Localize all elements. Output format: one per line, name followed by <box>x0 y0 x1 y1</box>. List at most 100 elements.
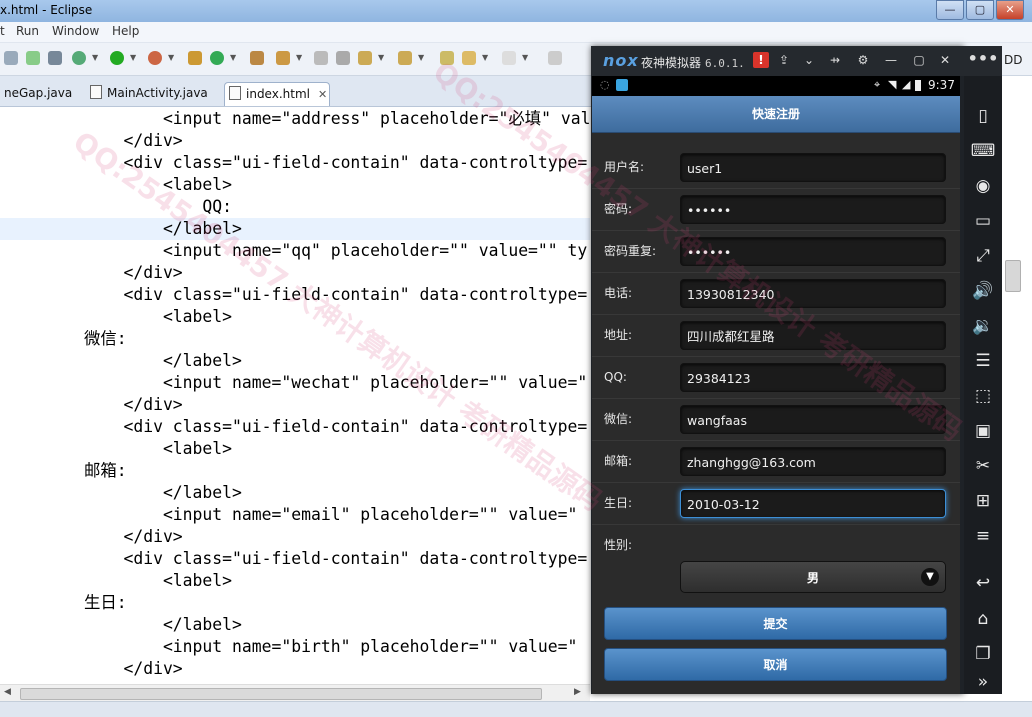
show-whitespace-icon[interactable] <box>336 51 350 65</box>
scroll-right-icon[interactable]: ▶ <box>574 687 581 697</box>
chevron-down-icon[interactable]: ▼ <box>130 53 136 62</box>
code-line: <label> <box>84 175 233 194</box>
screen-icon[interactable]: ▭ <box>964 209 1002 233</box>
keyboard-icon[interactable]: ⌨ <box>964 139 1002 163</box>
menu-item-window[interactable]: Window <box>52 24 99 38</box>
gender-select[interactable]: 男 ▼ <box>680 561 946 593</box>
address-input[interactable]: 四川成都红星路 <box>680 321 946 350</box>
maximize-button[interactable]: ▢ <box>966 0 994 20</box>
menu-icon[interactable]: ≡ <box>964 524 1002 548</box>
volume-up-icon[interactable]: 🔊 <box>964 279 1002 303</box>
chevron-down-icon[interactable]: ▼ <box>482 53 488 62</box>
maximize-icon[interactable]: ▢ <box>911 52 927 68</box>
phone-input[interactable]: 13930812340 <box>680 279 946 308</box>
apk-icon[interactable]: ▣ <box>964 419 1002 443</box>
avd-icon[interactable] <box>48 51 62 65</box>
tab-mainactivity[interactable]: MainActivity.java <box>86 82 208 105</box>
new-class-icon[interactable] <box>210 51 224 65</box>
more-icon[interactable]: » <box>964 670 1002 694</box>
password-input[interactable]: •••••• <box>680 195 946 224</box>
forward-arrow-icon[interactable] <box>502 51 516 65</box>
cancel-button[interactable]: 取消 <box>604 648 947 681</box>
warning-icon[interactable]: ! <box>753 52 769 68</box>
code-line: </div> <box>84 527 183 546</box>
code-line: QQ: <box>84 197 233 216</box>
tab-label: MainActivity.java <box>107 86 208 100</box>
field-label: 用户名: <box>604 160 645 174</box>
more-options-icon[interactable]: ••• <box>964 46 1002 76</box>
chevron-down-icon[interactable]: ▼ <box>92 53 98 62</box>
volume-down-icon[interactable]: 🔉 <box>964 314 1002 338</box>
close-icon[interactable]: ✕ <box>937 52 953 68</box>
toggle-mark-icon[interactable] <box>314 51 328 65</box>
field-label: 地址: <box>604 328 633 342</box>
perspective-ddms[interactable]: DD <box>1004 53 1022 67</box>
code-editor[interactable]: <input name="address" placeholder="必填" v… <box>0 107 590 683</box>
code-line: <input name="email" placeholder="" value… <box>84 505 578 524</box>
scroll-left-icon[interactable]: ◀ <box>4 687 11 697</box>
search-icon[interactable] <box>276 51 290 65</box>
code-line: <input name="address" placeholder="必填" v… <box>84 109 590 128</box>
code-line: <input name="birth" placeholder="" value… <box>84 637 578 656</box>
menu-item-run[interactable]: Run <box>16 24 39 38</box>
chevron-down-icon[interactable]: ▼ <box>296 53 302 62</box>
minimize-button[interactable]: — <box>936 0 964 20</box>
pin-icon[interactable]: ⇸ <box>827 52 843 68</box>
fullscreen-icon[interactable]: ⤢ <box>964 244 1002 268</box>
password-repeat-input[interactable]: •••••• <box>680 237 946 266</box>
horizontal-scrollbar[interactable]: ◀ ▶ <box>0 684 590 701</box>
birthday-input[interactable]: 2010-03-12 <box>680 489 946 518</box>
android-sdk-icon[interactable] <box>26 51 40 65</box>
code-line: </label> <box>84 483 242 502</box>
next-annotation-icon[interactable] <box>358 51 372 65</box>
home-icon[interactable]: ⌂ <box>964 607 1002 631</box>
email-input[interactable]: zhanghgg@163.com <box>680 447 946 476</box>
field-label: 邮箱: <box>604 454 633 468</box>
location-icon[interactable]: ◉ <box>964 174 1002 198</box>
pin-editor-icon[interactable] <box>548 51 562 65</box>
chevron-down-icon[interactable]: ▼ <box>378 53 384 62</box>
debug-icon[interactable] <box>72 51 86 65</box>
chevron-down-icon[interactable]: ▼ <box>522 53 528 62</box>
close-icon[interactable]: ✕ <box>318 88 327 101</box>
run-icon[interactable] <box>110 51 124 65</box>
submit-button[interactable]: 提交 <box>604 607 947 640</box>
new-package-icon[interactable] <box>188 51 202 65</box>
settings-icon[interactable]: ⚙ <box>855 52 871 68</box>
scrollbar-thumb[interactable] <box>20 688 542 700</box>
back-arrow-icon[interactable] <box>462 51 476 65</box>
signal-icon: ◢ <box>902 78 911 91</box>
open-type-icon[interactable] <box>250 51 264 65</box>
scissors-icon[interactable]: ✂ <box>964 454 1002 478</box>
external-tools-icon[interactable] <box>148 51 162 65</box>
emulator-sidebar: ••• ▯ ⌨ ◉ ▭ ⤢ 🔊 🔉 ☰ ⬚ ▣ ✂ ⊞ ≡ ↩ ⌂ ❐ » <box>964 46 1002 694</box>
chevron-down-icon[interactable]: ▼ <box>168 53 174 62</box>
tab-onegap[interactable]: neGap.java <box>0 82 72 105</box>
nox-logo: nox <box>603 51 639 70</box>
tab-index-html[interactable]: index.html ✕ <box>224 82 330 106</box>
back-icon[interactable]: ↩ <box>964 571 1002 595</box>
vertical-scrollbar-thumb[interactable] <box>1005 260 1021 292</box>
minimize-icon[interactable]: — <box>883 52 899 68</box>
menu-item-help[interactable]: Help <box>112 24 139 38</box>
last-edit-icon[interactable] <box>440 51 454 65</box>
collapse-icon[interactable]: ⌄ <box>801 52 817 68</box>
qq-input[interactable]: 29384123 <box>680 363 946 392</box>
chevron-down-icon[interactable]: ▼ <box>418 53 424 62</box>
new-icon[interactable] <box>4 51 18 65</box>
recents-icon[interactable]: ❐ <box>964 642 1002 666</box>
upload-icon[interactable]: ⇪ <box>776 52 792 68</box>
grid-icon[interactable]: ⊞ <box>964 489 1002 513</box>
code-line: </div> <box>84 131 183 150</box>
chevron-down-icon[interactable]: ▼ <box>230 53 236 62</box>
macro-icon[interactable]: ⬚ <box>964 384 1002 408</box>
multi-window-icon[interactable]: ☰ <box>964 349 1002 373</box>
field-label: 生日: <box>604 496 633 510</box>
code-line: 微信: <box>84 329 127 348</box>
phone-icon[interactable]: ▯ <box>964 104 1002 128</box>
wechat-input[interactable]: wangfaas <box>680 405 946 434</box>
username-input[interactable]: user1 <box>680 153 946 182</box>
close-button[interactable]: ✕ <box>996 0 1024 20</box>
prev-annotation-icon[interactable] <box>398 51 412 65</box>
menu-item-navigate[interactable]: t <box>0 24 5 38</box>
